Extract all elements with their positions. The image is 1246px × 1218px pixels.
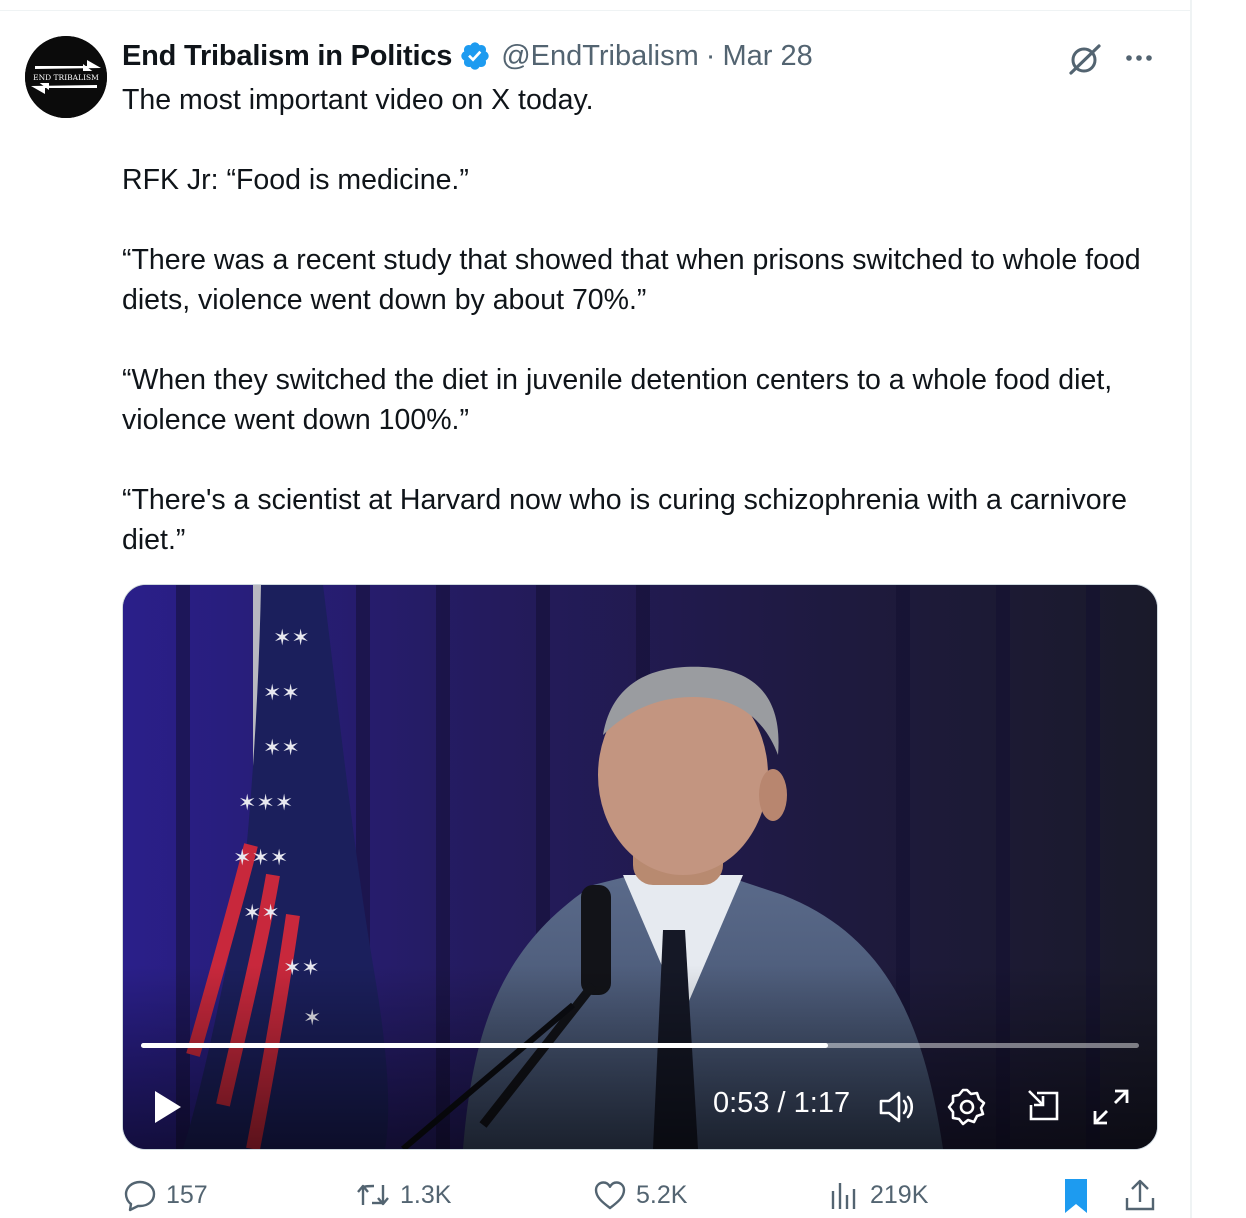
time-separator: / — [777, 1087, 794, 1119]
video-player[interactable]: ✶✶ ✶✶ ✶✶ ✶✶✶ ✶✶✶ ✶✶ ✶✶ ✶ — [122, 584, 1158, 1150]
picture-in-picture-icon — [1028, 1090, 1059, 1121]
tweet-header: End Tribalism in Politics @EndTribalism … — [122, 36, 813, 76]
separator-dot: · — [705, 39, 716, 72]
play-button[interactable] — [147, 1085, 187, 1129]
repost-icon — [357, 1184, 389, 1206]
timeline-divider — [1190, 0, 1192, 1218]
tweet-paragraph: “When they switched the diet in juvenile… — [122, 364, 1113, 436]
reply-count: 157 — [166, 1180, 208, 1209]
svg-text:✶✶✶: ✶✶✶ — [233, 846, 288, 871]
svg-text:✶✶✶: ✶✶✶ — [238, 791, 293, 816]
views-button[interactable]: 219K — [826, 1172, 928, 1218]
tweet-actions: 157 1.3K 5.2K 219K — [0, 1172, 1190, 1218]
bookmark-button[interactable] — [1058, 1172, 1102, 1218]
reply-button[interactable]: 157 — [122, 1172, 208, 1218]
reply-icon — [124, 1180, 156, 1212]
svg-text:✶✶: ✶✶ — [243, 901, 280, 926]
views-icon — [831, 1183, 856, 1209]
more-button[interactable] — [1118, 38, 1160, 80]
svg-text:✶✶: ✶✶ — [263, 681, 300, 706]
fullscreen-icon — [1093, 1089, 1129, 1125]
author-handle[interactable]: @EndTribalism — [501, 40, 699, 73]
share-button[interactable] — [1122, 1172, 1166, 1218]
play-icon — [155, 1091, 181, 1123]
video-frame: ✶✶ ✶✶ ✶✶ ✶✶✶ ✶✶✶ ✶✶ ✶✶ ✶ — [123, 585, 1157, 1149]
like-icon — [594, 1181, 626, 1210]
volume-button[interactable] — [875, 1085, 919, 1129]
view-count: 219K — [870, 1180, 929, 1209]
more-icon — [1126, 55, 1152, 61]
tweet-date[interactable]: Mar 28 — [722, 40, 812, 73]
progress-fill — [141, 1043, 828, 1048]
avatar-text: END TRIBALISM — [33, 73, 99, 82]
picture-in-picture-button[interactable] — [1021, 1085, 1065, 1129]
settings-button[interactable] — [945, 1085, 989, 1129]
progress-bar[interactable] — [141, 1043, 1139, 1048]
duration: 1:17 — [793, 1087, 851, 1119]
verified-badge-icon — [461, 42, 489, 70]
grok-button[interactable] — [1064, 38, 1106, 80]
fullscreen-button[interactable] — [1089, 1085, 1133, 1129]
author-display-name[interactable]: End Tribalism in Politics — [122, 40, 452, 73]
share-icon — [1125, 1179, 1155, 1211]
like-button[interactable]: 5.2K — [592, 1172, 687, 1218]
repost-count: 1.3K — [400, 1180, 452, 1209]
current-time: 0:53 — [713, 1087, 770, 1119]
tweet-paragraph: The most important video on X today. — [122, 84, 594, 116]
svg-text:✶✶: ✶✶ — [273, 626, 310, 651]
video-time: 0:53 / 1:17 — [713, 1087, 850, 1120]
tweet-text: The most important video on X today. RFK… — [122, 80, 1162, 560]
tweet-paragraph: RFK Jr: “Food is medicine.” — [122, 164, 469, 196]
bookmark-icon — [1065, 1179, 1087, 1213]
grok-icon — [1069, 44, 1101, 75]
like-count: 5.2K — [636, 1180, 688, 1209]
top-border — [0, 0, 1190, 11]
repost-button[interactable]: 1.3K — [354, 1172, 451, 1218]
volume-icon — [879, 1091, 914, 1123]
avatar[interactable]: END TRIBALISM — [25, 36, 107, 118]
svg-text:✶✶: ✶✶ — [263, 736, 300, 761]
tweet-paragraph: “There's a scientist at Harvard now who … — [122, 484, 1127, 556]
settings-icon — [947, 1088, 986, 1126]
tweet-paragraph: “There was a recent study that showed th… — [122, 244, 1141, 316]
